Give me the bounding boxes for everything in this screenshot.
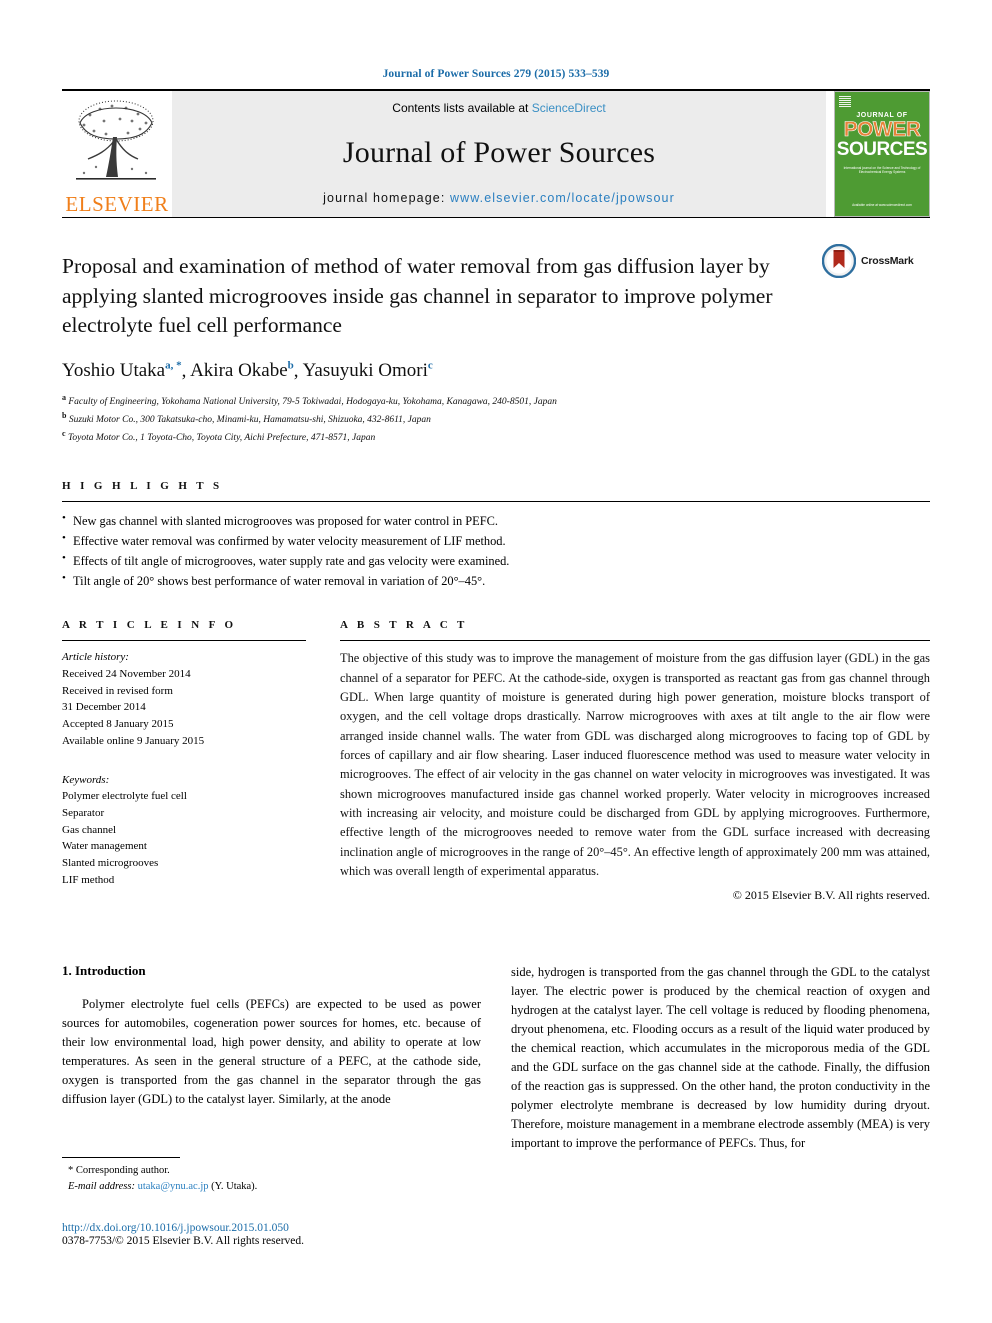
history-item: 31 December 2014: [62, 701, 146, 714]
article-history-block: Article history: Received 24 November 20…: [62, 649, 306, 749]
abstract-text: The objective of this study was to impro…: [340, 651, 930, 879]
keywords-label: Keywords:: [62, 773, 110, 786]
author-entry: Akira Okabeb: [190, 360, 294, 381]
crossmark-icon: [822, 244, 856, 278]
article-info-column: A R T I C L E I N F O Article history: R…: [62, 619, 306, 903]
elsevier-logo: ELSEVIER: [62, 91, 172, 217]
masthead-bottom-rule: [62, 217, 930, 218]
abstract-column: A B S T R A C T The objective of this st…: [340, 619, 930, 903]
author-name: Akira Okabe: [190, 360, 288, 382]
body-column-left: 1. Introduction Polymer electrolyte fuel…: [62, 963, 481, 1153]
affiliation-text: Toyota Motor Co., 1 Toyota-Cho, Toyota C…: [67, 433, 376, 444]
article-page: Journal of Power Sources 279 (2015) 533–…: [0, 0, 992, 1323]
contents-line: Contents lists available at ScienceDirec…: [392, 101, 605, 115]
homepage-link[interactable]: www.elsevier.com/locate/jpowsour: [450, 191, 675, 205]
highlights-list: New gas channel with slanted microgroove…: [62, 510, 930, 591]
list-item: Tilt angle of 20° shows best performance…: [62, 570, 930, 591]
footnote-rule: [62, 1157, 180, 1158]
running-head: Journal of Power Sources 279 (2015) 533–…: [382, 68, 610, 80]
affiliation-mark: a: [62, 393, 66, 403]
homepage-prefix: journal homepage:: [323, 191, 450, 205]
affiliation-item: a Faculty of Engineering, Yokohama Natio…: [62, 392, 930, 410]
article-info-rule: [62, 640, 306, 642]
body-column-right: side, hydrogen is transported from the g…: [511, 963, 930, 1153]
author-entry: Yoshio Utakaa, *: [62, 360, 182, 381]
email-note: E-mail address: utaka@ynu.ac.jp (Y. Utak…: [62, 1179, 492, 1195]
contents-prefix: Contents lists available at: [392, 101, 532, 115]
email-link[interactable]: utaka@ynu.ac.jp: [138, 1181, 209, 1192]
history-item: Accepted 8 January 2015: [62, 718, 174, 731]
journal-masthead: ELSEVIER Contents lists available at Sci…: [62, 91, 930, 217]
page-title: Proposal and examination of method of wa…: [62, 254, 773, 338]
corresponding-author-note: * Corresponding author.: [68, 1165, 170, 1176]
masthead-band: Contents lists available at ScienceDirec…: [172, 91, 826, 217]
crossmark-badge[interactable]: CrossMark: [822, 244, 930, 278]
highlights-heading: H I G H L I G H T S: [62, 479, 223, 492]
author-affiliation-mark: b: [287, 359, 294, 372]
affiliation-text: Faculty of Engineering, Yokohama Nationa…: [68, 397, 557, 408]
body-paragraph: side, hydrogen is transported from the g…: [511, 965, 930, 1151]
highlights-section: H I G H L I G H T S New gas channel with…: [62, 480, 930, 591]
crossmark-label: CrossMark: [861, 255, 914, 267]
issn-copyright-line: 0378-7753/© 2015 Elsevier B.V. All right…: [62, 1235, 305, 1247]
journal-homepage-line: journal homepage: www.elsevier.com/locat…: [323, 191, 675, 205]
highlights-rule: [62, 500, 930, 502]
author-affiliation-mark: a, *: [165, 359, 182, 372]
elsevier-wordmark: ELSEVIER: [65, 192, 169, 216]
keyword-item: Gas channel: [62, 823, 117, 836]
section-heading-introduction: 1. Introduction: [62, 963, 146, 979]
journal-cover-thumbnail: JOURNAL OF POWER SOURCES International j…: [834, 91, 930, 217]
sciencedirect-link[interactable]: ScienceDirect: [532, 101, 606, 115]
author-affiliation-mark: c: [427, 359, 433, 372]
cover-footer: Available online at www.sciencedirect.co…: [852, 203, 912, 208]
affiliation-text: Suzuki Motor Co., 300 Takatsuka-cho, Min…: [68, 415, 431, 426]
affiliation-mark: c: [62, 429, 66, 439]
keyword-item: LIF method: [62, 873, 115, 886]
title-block: CrossMark Proposal and examination of me…: [62, 244, 930, 446]
info-abstract-section: A R T I C L E I N F O Article history: R…: [62, 619, 930, 903]
keyword-item: Separator: [62, 807, 105, 820]
history-item: Received in revised form: [62, 684, 173, 697]
keyword-item: Polymer electrolyte fuel cell: [62, 790, 187, 803]
keyword-item: Water management: [62, 840, 147, 853]
affiliation-mark: b: [62, 411, 67, 421]
keywords-block: Keywords: Polymer electrolyte fuel cell …: [62, 772, 306, 889]
keyword-item: Slanted microgrooves: [62, 857, 159, 870]
author-name: Yasuyuki Omori: [302, 360, 428, 382]
author-entry: Yasuyuki Omoric: [303, 360, 433, 381]
cover-power-label: POWER: [843, 118, 921, 141]
doi-link[interactable]: http://dx.doi.org/10.1016/j.jpowsour.201…: [62, 1222, 304, 1234]
email-label: E-mail address:: [68, 1181, 135, 1193]
history-item: Available online 9 January 2015: [62, 734, 205, 747]
journal-title: Journal of Power Sources: [342, 136, 656, 169]
cover-sources-label: SOURCES: [836, 138, 928, 160]
cover-elsevier-mark-icon: [839, 96, 851, 108]
list-item: Effects of tilt angle of microgrooves, w…: [62, 550, 930, 571]
body-columns: 1. Introduction Polymer electrolyte fuel…: [62, 963, 930, 1153]
list-item: Effective water removal was confirmed by…: [62, 530, 930, 551]
affiliation-item: b Suzuki Motor Co., 300 Takatsuka-cho, M…: [62, 410, 930, 428]
article-history-label: Article history:: [62, 651, 129, 664]
cover-blurb: International journal on the Science and…: [843, 165, 921, 175]
abstract-heading: A B S T R A C T: [340, 619, 468, 632]
author-list: Yoshio Utakaa, *, Akira Okabeb, Yasuyuki…: [62, 359, 433, 382]
affiliation-item: c Toyota Motor Co., 1 Toyota-Cho, Toyota…: [62, 428, 930, 446]
elsevier-tree-icon: [76, 100, 156, 180]
footer-doi-block: http://dx.doi.org/10.1016/j.jpowsour.201…: [62, 1222, 304, 1247]
body-paragraph: Polymer electrolyte fuel cells (PEFCs) a…: [62, 997, 481, 1107]
history-item: Received 24 November 2014: [62, 668, 191, 681]
affiliation-list: a Faculty of Engineering, Yokohama Natio…: [62, 392, 930, 446]
author-name: Yoshio Utaka: [62, 360, 166, 382]
list-item: New gas channel with slanted microgroove…: [62, 510, 930, 531]
article-info-heading: A R T I C L E I N F O: [62, 619, 237, 632]
email-suffix: (Y. Utaka).: [211, 1181, 258, 1193]
footnote-block: * Corresponding author. E-mail address: …: [62, 1157, 492, 1196]
abstract-rule: [340, 640, 930, 642]
abstract-copyright: © 2015 Elsevier B.V. All rights reserved…: [732, 888, 930, 903]
